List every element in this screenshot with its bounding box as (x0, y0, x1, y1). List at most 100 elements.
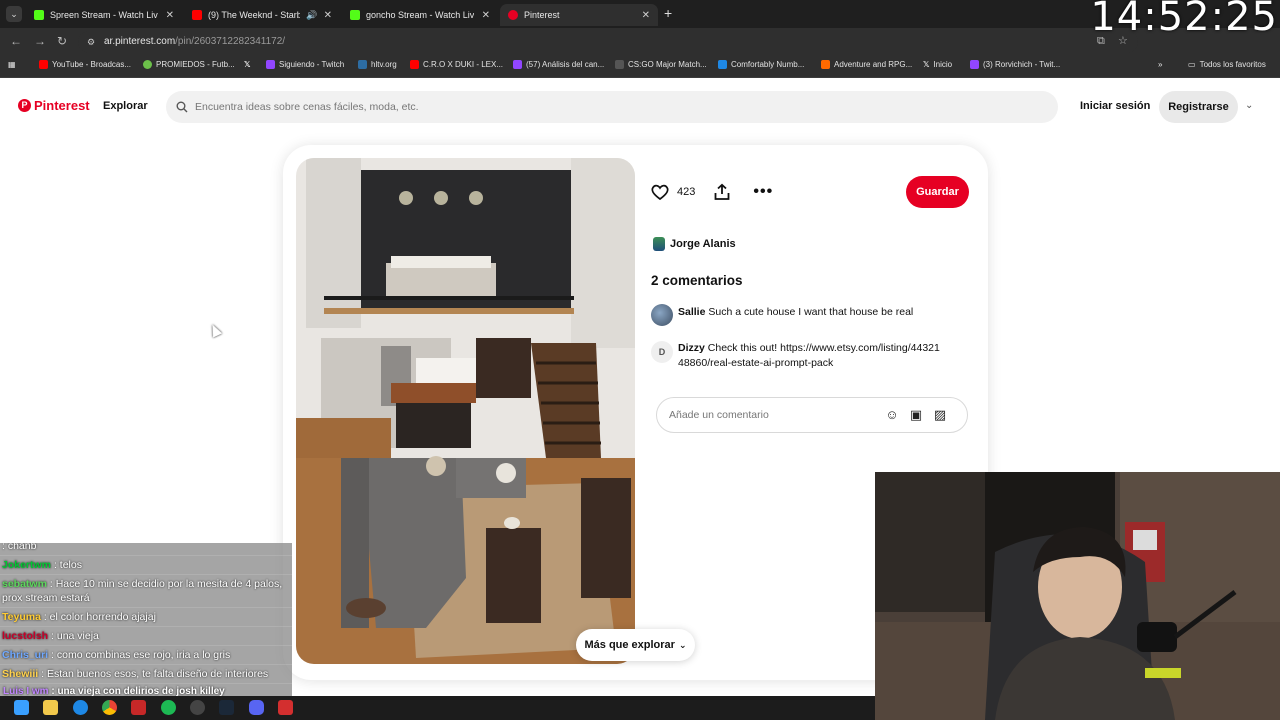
close-tab-icon[interactable]: ✕ (166, 10, 174, 21)
pinterest-logo[interactable]: P Pinterest (18, 98, 90, 113)
comment-user[interactable]: Dizzy (678, 342, 705, 354)
bookmark-csgo[interactable]: CS:GO Major Match... (615, 60, 707, 69)
save-button[interactable]: Guardar (906, 176, 969, 208)
comment-item: Sallie Such a cute house I want that hou… (651, 304, 946, 326)
pin-actions: 423 ••• (651, 183, 773, 201)
author-avatar (653, 237, 665, 251)
search-icon (176, 101, 188, 113)
obs-icon[interactable] (190, 700, 205, 715)
share-icon[interactable] (713, 183, 731, 201)
bookmarks-folder[interactable]: ▭ Todos los favoritos (1188, 60, 1266, 69)
windows-start-icon[interactable] (14, 700, 29, 715)
tab-title: Spreen Stream - Watch Live on (50, 10, 158, 20)
folder-icon: ▭ (1188, 60, 1196, 69)
speaker-icon[interactable]: 🔊 (306, 10, 317, 21)
site-info-icon[interactable]: ⚙ (87, 31, 95, 53)
url-path: /pin/2603712282341172/ (175, 36, 286, 47)
comment-input[interactable] (669, 409, 884, 421)
overlay-clock: 14:52:25 (1090, 0, 1278, 40)
chat-message: sebatwm : Hace 10 min se decidio por la … (0, 575, 292, 608)
discord-icon[interactable] (249, 700, 264, 715)
streamer-webcam (875, 472, 1280, 720)
sticker-icon[interactable]: ▣ (908, 407, 924, 423)
image-icon[interactable]: ▨ (932, 407, 948, 423)
bookmark-x[interactable]: 𝕏 (244, 60, 250, 69)
comment-text: Check this out! https://www.etsy.com/lis… (678, 342, 940, 369)
app-icon[interactable] (131, 700, 146, 715)
bookmark-comfortably-numb[interactable]: Comfortably Numb... (718, 60, 804, 69)
pinterest-favicon-icon (508, 10, 518, 20)
url-domain: ar.pinterest.com (104, 36, 176, 47)
pinterest-header: P Pinterest Explorar Iniciar sesión Regi… (0, 80, 1280, 136)
bookmark-twitch-following[interactable]: Siguiendo - Twitch (266, 60, 344, 69)
close-tab-icon[interactable]: ✕ (482, 10, 490, 21)
app-icon[interactable] (278, 700, 293, 715)
os-taskbar (0, 696, 875, 720)
comments-title: 2 comentarios (651, 273, 743, 288)
login-button[interactable]: Iniciar sesión (1080, 100, 1150, 112)
bookmark-promiedos[interactable]: PROMIEDOS - Futb... (143, 60, 235, 69)
register-button[interactable]: Registrarse (1159, 91, 1238, 123)
tab-starboy[interactable]: (9) The Weeknd - Starboy ft 🔊 ✕ (184, 4, 340, 26)
spotify-icon[interactable] (161, 700, 176, 715)
steam-icon[interactable] (219, 700, 234, 715)
forward-icon[interactable]: → (34, 34, 46, 48)
comment-text: Such a cute house I want that house be r… (708, 306, 914, 318)
chevron-down-icon[interactable]: ⌄ (1245, 100, 1253, 111)
mouse-cursor (207, 322, 223, 338)
likes-count: 423 (677, 186, 696, 198)
bookmark-adventure[interactable]: Adventure and RPG... (821, 60, 912, 69)
tab-spreen[interactable]: Spreen Stream - Watch Live on ✕ (26, 4, 182, 26)
pin-author[interactable]: Jorge Alanis (653, 237, 736, 251)
search-bar[interactable] (166, 91, 1058, 123)
bookmarks-overflow-icon[interactable]: » (1158, 60, 1162, 69)
comment-item: D Dizzy Check this out! https://www.etsy… (651, 341, 943, 371)
close-tab-icon[interactable]: ✕ (642, 10, 650, 21)
close-tab-icon[interactable]: ✕ (324, 10, 332, 21)
address-bar[interactable]: ⚙ ar.pinterest.com/pin/2603712282341172/ (78, 31, 1138, 53)
bookmark-youtube[interactable]: YouTube - Broadcas... (39, 60, 131, 69)
tab-title: goncho Stream - Watch Live on (366, 10, 474, 20)
pin-image[interactable] (296, 158, 635, 664)
file-explorer-icon[interactable] (43, 700, 58, 715)
search-input[interactable] (195, 101, 1035, 113)
chat-message: Jokertwm : telos (0, 556, 292, 575)
more-options-icon[interactable]: ••• (753, 184, 773, 200)
pinterest-logo-icon: P (18, 99, 31, 112)
apps-grid-icon[interactable]: ▦ (8, 60, 16, 69)
chat-message: lucstolsh : una vieja (0, 627, 292, 646)
comment-user[interactable]: Sallie (678, 306, 705, 318)
emoji-icon[interactable]: ☺ (884, 407, 900, 423)
more-to-explore-button[interactable]: Más que explorar ⌄ (576, 629, 695, 661)
back-icon[interactable]: ← (10, 34, 22, 48)
bookmark-rorvichich[interactable]: (3) Rorvichich - Twit... (970, 60, 1060, 69)
avatar[interactable] (651, 304, 673, 326)
bookmark-inicio[interactable]: 𝕏 Inicio (923, 60, 952, 69)
kick-favicon-icon (34, 10, 44, 20)
new-tab-icon[interactable]: + (664, 6, 672, 20)
chrome-icon[interactable] (102, 700, 117, 715)
kick-favicon-icon (350, 10, 360, 20)
chat-message: Chris_uri : como combinas ese rojo, iria… (0, 646, 292, 665)
avatar[interactable]: D (651, 341, 673, 363)
tab-title: Pinterest (524, 10, 560, 20)
tab-pinterest[interactable]: Pinterest ✕ (500, 4, 658, 26)
edge-icon[interactable] (73, 700, 88, 715)
reload-icon[interactable]: ↻ (57, 34, 67, 48)
chat-message: Shewiii : Estan buenos esos, te falta di… (0, 665, 292, 684)
chevron-down-icon: ⌄ (678, 639, 687, 650)
heart-icon[interactable] (651, 184, 669, 200)
stream-chat-overlay: : chanb Jokertwm : telos sebatwm : Hace … (0, 543, 292, 700)
bookmark-analisis[interactable]: (57) Análisis del can... (513, 60, 604, 69)
bookmark-cro-duki[interactable]: C.R.O X DUKI - LEX... (410, 60, 503, 69)
bookmark-hltv[interactable]: hltv.org (358, 60, 397, 69)
chat-message: : chanb (0, 543, 292, 556)
add-comment-box[interactable]: ☺ ▣ ▨ (656, 397, 968, 433)
tab-title: (9) The Weeknd - Starboy ft (208, 10, 301, 20)
chat-message: Teyuma : el color horrendo ajajaj (0, 608, 292, 627)
tab-search-button[interactable]: ⌄ (6, 6, 22, 22)
tab-goncho[interactable]: goncho Stream - Watch Live on ✕ (342, 4, 498, 26)
explore-link[interactable]: Explorar (103, 100, 148, 112)
browser-toolbar: ← → ↻ ⚙ ar.pinterest.com/pin/26037122823… (0, 28, 1280, 56)
bookmarks-bar: ▦ YouTube - Broadcas... PROMIEDOS - Futb… (0, 56, 1280, 78)
